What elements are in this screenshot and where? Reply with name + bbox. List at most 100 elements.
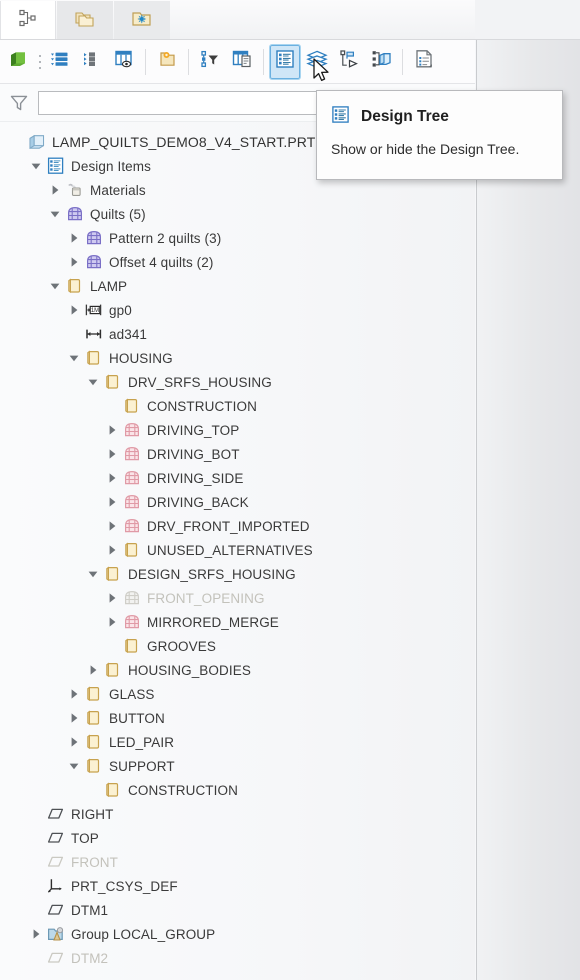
tree-filters-button[interactable] xyxy=(45,45,75,79)
tree-item[interactable]: LAMP xyxy=(0,274,475,298)
tree-item[interactable]: CONSTRUCTION xyxy=(0,394,475,418)
expand-arrow-icon[interactable] xyxy=(103,418,121,442)
tree-item-label: Pattern 2 quilts (3) xyxy=(109,230,222,246)
tree-item-label: LED_PAIR xyxy=(109,734,175,750)
collapse-arrow-icon[interactable] xyxy=(65,346,83,370)
datum-plane-icon xyxy=(45,899,67,921)
tree-item[interactable]: RIGHT xyxy=(0,802,475,826)
tree-item[interactable]: 1M gp0 xyxy=(0,298,475,322)
tree-item[interactable]: GROOVES xyxy=(0,634,475,658)
toolbar-overflow-handle[interactable] xyxy=(36,49,44,75)
expand-arrow-icon[interactable] xyxy=(103,514,121,538)
tree-item-label: Design Items xyxy=(71,158,151,174)
expand-arrow-icon[interactable] xyxy=(103,442,121,466)
expand-arrow-icon[interactable] xyxy=(46,178,64,202)
annotations-button[interactable] xyxy=(334,45,364,79)
tree-item[interactable]: Quilts (5) xyxy=(0,202,475,226)
collapse-arrow-icon[interactable] xyxy=(27,154,45,178)
datum-plane-gray-icon xyxy=(45,851,67,873)
folder-icon xyxy=(121,635,143,657)
tree-item[interactable]: MIRRORED_MERGE xyxy=(0,610,475,634)
design-tree-icon xyxy=(45,155,67,177)
folder-browser-button[interactable] xyxy=(152,45,182,79)
tree-item[interactable]: DTM1 xyxy=(0,898,475,922)
model-tree-tab[interactable] xyxy=(0,1,56,39)
tree-item-label: DRV_FRONT_IMPORTED xyxy=(147,518,310,534)
pattern-dtm-icon: 1M xyxy=(83,299,105,321)
tree-item[interactable]: Group LOCAL_GROUP xyxy=(0,922,475,946)
tree-item[interactable]: TOP xyxy=(0,826,475,850)
tree-item[interactable]: DTM2 xyxy=(0,946,475,970)
expand-arrow-icon[interactable] xyxy=(103,610,121,634)
expand-arrow-icon[interactable] xyxy=(65,226,83,250)
layer-tree-tab[interactable] xyxy=(57,1,113,39)
tree-item[interactable]: DRV_SRFS_HOUSING xyxy=(0,370,475,394)
bodies-icon xyxy=(370,48,392,75)
tree-item[interactable]: FRONT_OPENING xyxy=(0,586,475,610)
collapse-arrow-icon[interactable] xyxy=(46,274,64,298)
quilt-pink-icon xyxy=(121,515,143,537)
show-columns-button[interactable] xyxy=(227,45,257,79)
funnel-icon xyxy=(0,93,38,113)
datum-plane-icon xyxy=(45,827,67,849)
dimension-icon xyxy=(83,323,105,345)
collapse-arrow-icon[interactable] xyxy=(84,562,102,586)
expand-arrow-icon[interactable] xyxy=(65,298,83,322)
tree-item[interactable]: DRIVING_TOP xyxy=(0,418,475,442)
expand-arrow-icon[interactable] xyxy=(65,250,83,274)
expand-arrow-icon[interactable] xyxy=(103,538,121,562)
tree-item[interactable]: Offset 4 quilts (2) xyxy=(0,250,475,274)
expand-arrow-icon[interactable] xyxy=(103,586,121,610)
design-tree-list[interactable]: LAMP_QUILTS_DEMO8_V4_START.PRT Design Ite… xyxy=(0,122,475,980)
collapse-arrow-icon[interactable] xyxy=(46,202,64,226)
expand-arrow-icon[interactable] xyxy=(65,730,83,754)
tree-item[interactable]: DRV_FRONT_IMPORTED xyxy=(0,514,475,538)
reports-button[interactable] xyxy=(409,45,439,79)
collapse-arrow-icon[interactable] xyxy=(84,370,102,394)
tree-item[interactable]: Materials xyxy=(0,178,475,202)
adjacent-pane xyxy=(476,40,580,980)
design-tree-button[interactable] xyxy=(269,43,301,80)
tree-item[interactable]: DESIGN_SRFS_HOUSING xyxy=(0,562,475,586)
tree-columns-button[interactable] xyxy=(77,45,107,79)
model-display-button[interactable] xyxy=(1,45,35,79)
tree-item[interactable]: GLASS xyxy=(0,682,475,706)
tree-item[interactable]: DRIVING_BOT xyxy=(0,442,475,466)
expand-arrow-icon[interactable] xyxy=(65,706,83,730)
folder-icon xyxy=(121,539,143,561)
bodies-button[interactable] xyxy=(366,45,396,79)
expand-arrow-icon[interactable] xyxy=(27,922,45,946)
tree-item[interactable]: DRIVING_SIDE xyxy=(0,466,475,490)
expand-arrow-icon[interactable] xyxy=(103,490,121,514)
tree-item-label: SUPPORT xyxy=(109,758,175,774)
expand-arrow-icon[interactable] xyxy=(65,682,83,706)
tree-item[interactable]: UNUSED_ALTERNATIVES xyxy=(0,538,475,562)
collapse-arrow-icon[interactable] xyxy=(65,754,83,778)
quilt-pink-icon xyxy=(121,491,143,513)
tree-item[interactable]: LED_PAIR xyxy=(0,730,475,754)
tree-item[interactable]: DRIVING_BACK xyxy=(0,490,475,514)
tree-item[interactable]: CONSTRUCTION xyxy=(0,778,475,802)
tree-item[interactable]: HOUSING xyxy=(0,346,475,370)
quilt-purple-icon xyxy=(83,251,105,273)
tree-item-label: FRONT_OPENING xyxy=(147,590,265,606)
filter-tree-button[interactable] xyxy=(195,45,225,79)
tree-item[interactable]: SUPPORT xyxy=(0,754,475,778)
tooltip-title: Design Tree xyxy=(361,108,449,125)
tree-item[interactable]: ad341 xyxy=(0,322,475,346)
tree-columns-icon xyxy=(81,48,103,75)
tree-item[interactable]: HOUSING_BODIES xyxy=(0,658,475,682)
expand-arrow-icon[interactable] xyxy=(84,658,102,682)
report-doc-icon xyxy=(413,48,435,75)
tree-item[interactable]: BUTTON xyxy=(0,706,475,730)
tree-item[interactable]: FRONT xyxy=(0,850,475,874)
settings-button[interactable] xyxy=(109,45,139,79)
annotation-flag-icon xyxy=(338,48,360,75)
tree-item[interactable]: PRT_CSYS_DEF xyxy=(0,874,475,898)
tree-item[interactable]: Pattern 2 quilts (3) xyxy=(0,226,475,250)
tree-item-label: Offset 4 quilts (2) xyxy=(109,254,214,270)
favorites-tab[interactable] xyxy=(114,1,170,39)
materials-icon xyxy=(64,179,86,201)
panel-divider-4[interactable] xyxy=(476,40,477,980)
expand-arrow-icon[interactable] xyxy=(103,466,121,490)
